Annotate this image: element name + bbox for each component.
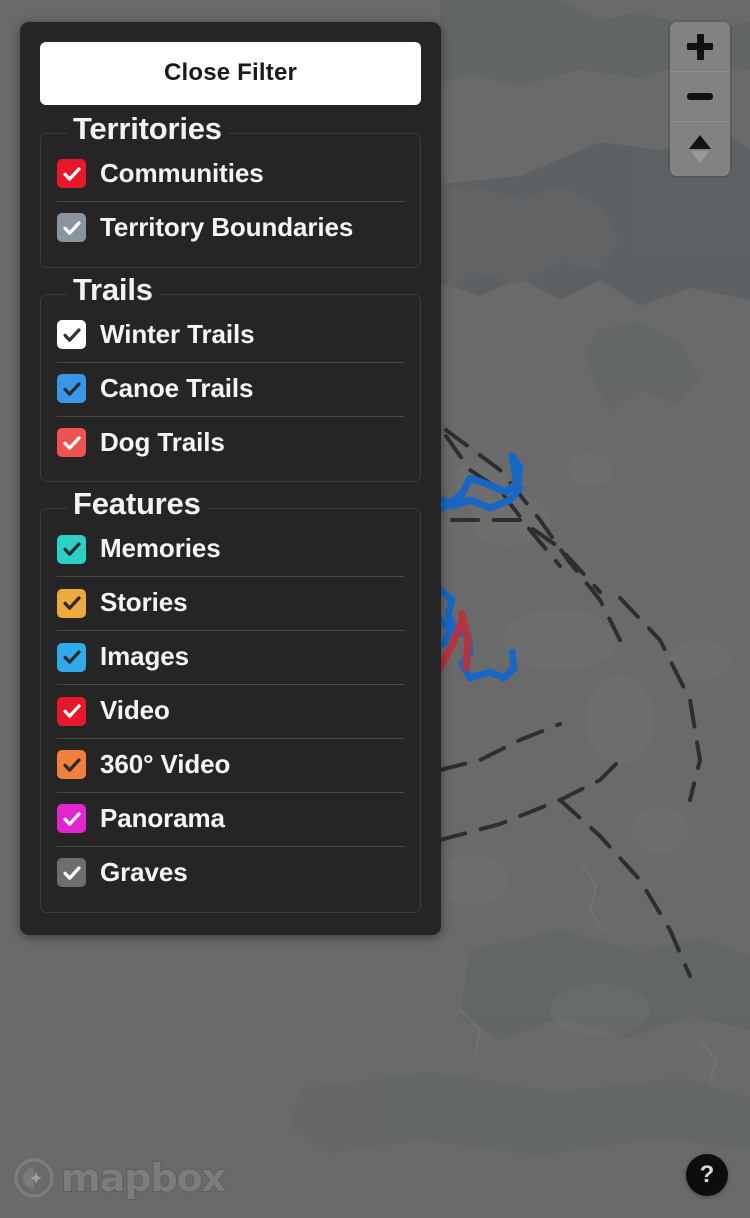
filter-group: Territories Communities Territory Boundari…: [40, 111, 421, 268]
plus-icon: [686, 33, 714, 61]
filter-groups-container: Territories Communities Territory Boundari…: [40, 111, 421, 913]
filter-row-label: Winter Trails: [100, 318, 255, 349]
filter-row[interactable]: Images: [57, 631, 404, 686]
filter-row-label: 360° Video: [100, 749, 231, 780]
checkbox-checked-icon[interactable]: [57, 696, 86, 726]
filter-row[interactable]: Panorama: [57, 793, 404, 847]
filter-row-label: Stories: [100, 587, 188, 618]
filter-row-label: Memories: [100, 533, 221, 564]
filter-row-label: Graves: [100, 856, 188, 887]
mapbox-logo[interactable]: mapbox: [14, 1155, 227, 1201]
checkbox-checked-icon[interactable]: [57, 642, 86, 672]
zoom-in-button[interactable]: [670, 22, 730, 72]
checkbox-checked-icon[interactable]: [57, 588, 86, 618]
help-button[interactable]: ?: [686, 1154, 728, 1196]
checkbox-checked-icon[interactable]: [57, 804, 86, 834]
filter-group: Features Memories Stories Images Video 360° V…: [40, 487, 421, 913]
filter-row[interactable]: Stories: [57, 577, 404, 632]
filter-row[interactable]: Canoe Trails: [57, 363, 404, 417]
filter-row[interactable]: Memories: [57, 523, 404, 578]
filter-row[interactable]: Video: [57, 685, 404, 740]
map-root: Close Filter Territories Communities Terri…: [0, 0, 750, 1218]
checkbox-checked-icon[interactable]: [57, 428, 86, 457]
filter-row-label: Panorama: [100, 802, 225, 833]
map-controls: [670, 22, 730, 176]
compass-button[interactable]: [670, 122, 730, 176]
checkbox-checked-icon[interactable]: [57, 858, 86, 888]
checkbox-checked-icon[interactable]: [57, 374, 86, 404]
filter-panel: Close Filter Territories Communities Terri…: [20, 22, 441, 935]
filter-row-label: Canoe Trails: [100, 372, 254, 403]
compass-icon: [689, 135, 711, 163]
filter-row-label: Dog Trails: [100, 426, 225, 457]
mapbox-mark-icon: [14, 1158, 54, 1198]
checkbox-checked-icon[interactable]: [57, 534, 86, 564]
checkbox-checked-icon[interactable]: [57, 159, 86, 189]
filter-group: Trails Winter Trails Canoe Trails Dog Trail…: [40, 272, 421, 483]
filter-row-label: Territory Boundaries: [100, 211, 354, 242]
filter-row[interactable]: 360° Video: [57, 739, 404, 793]
checkbox-checked-icon[interactable]: [57, 320, 86, 350]
filter-row-label: Communities: [100, 158, 264, 188]
checkbox-checked-icon[interactable]: [57, 750, 86, 780]
filter-row[interactable]: Territory Boundaries: [57, 202, 404, 255]
mapbox-wordmark: mapbox: [60, 1155, 227, 1201]
filter-row[interactable]: Winter Trails: [57, 309, 404, 363]
filter-group-title: Features: [67, 487, 207, 522]
filter-group-title: Territories: [67, 111, 228, 147]
zoom-out-button[interactable]: [670, 72, 730, 122]
filter-row-label: Images: [100, 641, 190, 672]
minus-icon: [686, 83, 714, 111]
close-filter-button[interactable]: Close Filter: [40, 42, 421, 105]
filter-row-label: Video: [100, 695, 170, 726]
filter-row[interactable]: Dog Trails: [57, 417, 404, 470]
filter-row[interactable]: Communities: [57, 148, 404, 202]
filter-group-title: Trails: [67, 272, 159, 307]
checkbox-checked-icon[interactable]: [57, 213, 86, 243]
filter-row[interactable]: Graves: [57, 847, 404, 900]
help-icon: ?: [699, 1161, 715, 1188]
